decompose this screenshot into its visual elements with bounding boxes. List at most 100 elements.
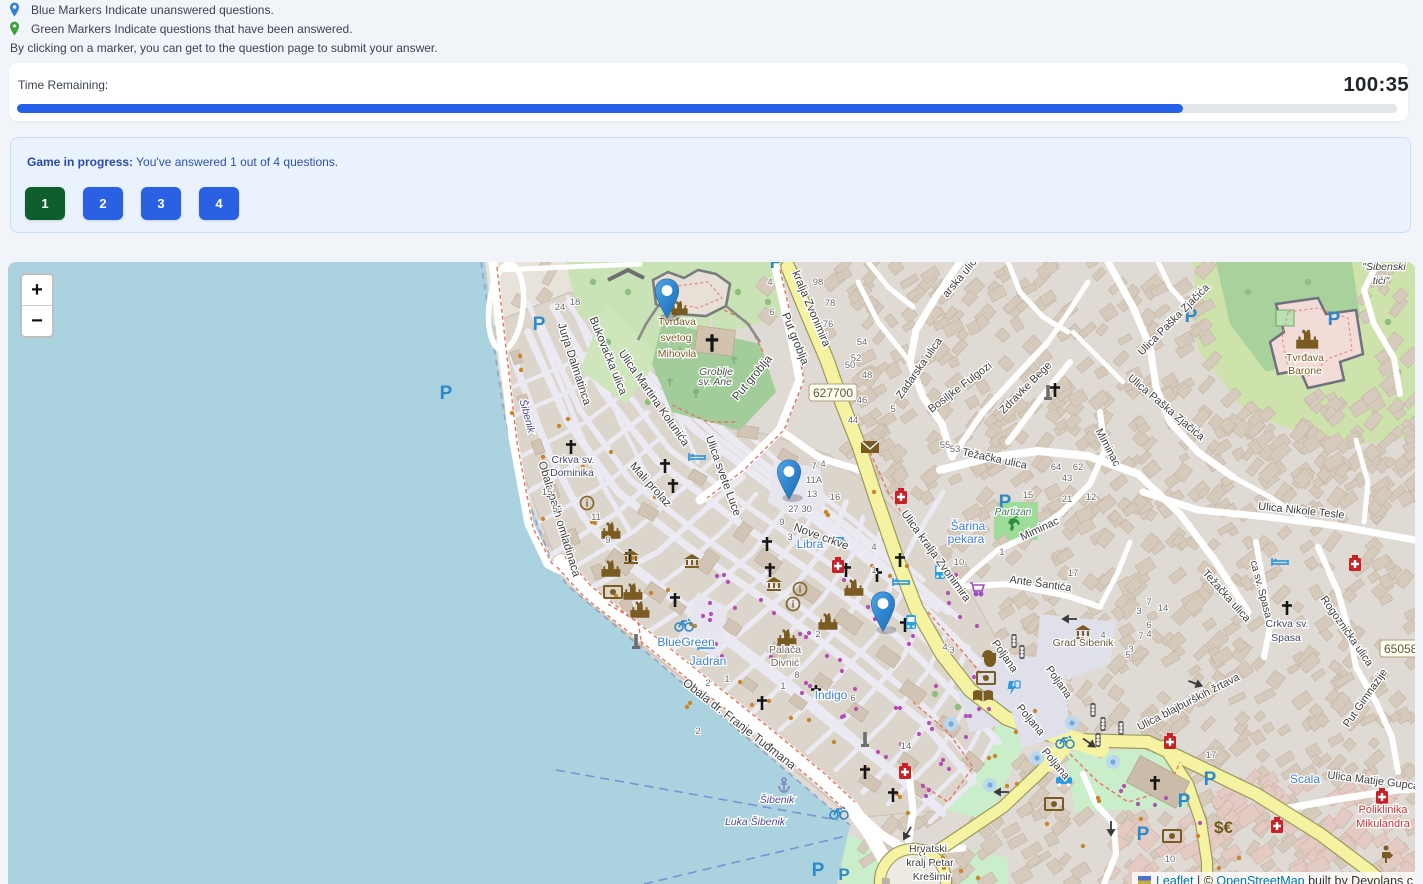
svg-text:7: 7 xyxy=(1138,631,1143,642)
svg-text:46: 46 xyxy=(857,395,868,406)
svg-text:4: 4 xyxy=(1100,630,1105,641)
svg-text:sv. Ane: sv. Ane xyxy=(698,376,732,388)
svg-text:P: P xyxy=(770,262,783,273)
svg-text:4: 4 xyxy=(942,642,947,653)
svg-text:Crkva sv.: Crkva sv. xyxy=(1266,618,1309,630)
svg-text:4: 4 xyxy=(871,542,876,553)
svg-text:1: 1 xyxy=(780,681,785,692)
svg-text:43: 43 xyxy=(1062,473,1073,484)
svg-text:18: 18 xyxy=(570,297,581,308)
svg-text:Mikulandra: Mikulandra xyxy=(1356,818,1411,830)
svg-text:i: i xyxy=(799,585,802,596)
svg-text:pekara: pekara xyxy=(948,532,985,546)
svg-text:54: 54 xyxy=(857,337,868,348)
svg-text:Poliklinika: Poliklinika xyxy=(1359,804,1409,816)
svg-text:Tvrđava: Tvrđava xyxy=(1286,352,1324,364)
svg-text:6: 6 xyxy=(850,693,855,704)
svg-text:64: 64 xyxy=(1051,462,1062,473)
svg-text:650580: 650580 xyxy=(1384,642,1415,656)
svg-text:21: 21 xyxy=(1062,494,1073,505)
svg-text:Šibenik: Šibenik xyxy=(760,793,795,806)
svg-text:i: i xyxy=(586,499,589,510)
svg-text:11A: 11A xyxy=(806,475,823,486)
svg-text:8: 8 xyxy=(794,670,799,681)
svg-text:$€: $€ xyxy=(1214,818,1233,837)
svg-text:i: i xyxy=(792,600,795,611)
svg-text:2: 2 xyxy=(705,678,710,689)
svg-text:kralj Petar: kralj Petar xyxy=(906,857,954,869)
svg-text:9: 9 xyxy=(605,535,610,546)
svg-text:tići": tići" xyxy=(1373,275,1391,287)
svg-text:Mihovila: Mihovila xyxy=(658,348,697,360)
svg-text:"Šibenski: "Šibenski xyxy=(1362,262,1406,273)
svg-text:10: 10 xyxy=(1165,854,1176,865)
svg-text:P: P xyxy=(533,314,546,335)
svg-text:Krešimir: Krešimir xyxy=(913,871,952,883)
svg-text:1: 1 xyxy=(999,547,1004,558)
svg-text:627700: 627700 xyxy=(813,386,853,400)
svg-text:P: P xyxy=(1328,309,1341,330)
svg-text:6: 6 xyxy=(769,307,774,318)
svg-text:27 30: 27 30 xyxy=(788,504,812,515)
svg-text:98: 98 xyxy=(813,277,824,288)
svg-text:53: 53 xyxy=(950,444,961,455)
svg-text:Barone: Barone xyxy=(1288,365,1322,377)
svg-text:Crkva sv.: Crkva sv. xyxy=(552,454,595,466)
svg-text:4: 4 xyxy=(820,459,825,470)
svg-text:Luka Šibenik: Luka Šibenik xyxy=(725,815,786,828)
svg-text:78: 78 xyxy=(825,298,836,309)
svg-text:P: P xyxy=(1204,769,1217,790)
svg-text:Jadran: Jadran xyxy=(690,654,727,668)
svg-text:Indigo: Indigo xyxy=(815,688,848,702)
svg-text:76: 76 xyxy=(823,319,834,330)
svg-text:13: 13 xyxy=(807,489,818,500)
svg-text:P: P xyxy=(1178,791,1191,812)
svg-text:P: P xyxy=(1137,824,1150,845)
svg-text:Libra: Libra xyxy=(797,537,824,551)
svg-text:Dominika: Dominika xyxy=(550,467,594,479)
svg-text:9: 9 xyxy=(779,517,784,528)
svg-text:Šarina: Šarina xyxy=(951,518,986,533)
svg-text:Scala: Scala xyxy=(1290,772,1320,786)
svg-text:24: 24 xyxy=(555,302,566,313)
svg-text:P: P xyxy=(812,860,825,881)
svg-text:Partizan: Partizan xyxy=(995,507,1032,518)
svg-text:10: 10 xyxy=(954,557,965,568)
svg-text:4: 4 xyxy=(767,277,772,288)
svg-text:7: 7 xyxy=(1146,597,1151,608)
svg-text:3: 3 xyxy=(787,532,792,543)
svg-text:P: P xyxy=(838,865,849,884)
svg-text:4: 4 xyxy=(1146,629,1151,640)
svg-text:44: 44 xyxy=(848,415,859,426)
svg-text:5: 5 xyxy=(552,504,557,515)
svg-text:Palača: Palača xyxy=(769,644,801,656)
svg-text:3: 3 xyxy=(949,645,954,656)
svg-text:Hrvatski: Hrvatski xyxy=(909,843,947,855)
svg-text:50: 50 xyxy=(845,360,856,371)
svg-text:16: 16 xyxy=(830,492,841,503)
svg-text:55: 55 xyxy=(940,440,951,451)
svg-text:14: 14 xyxy=(901,741,912,752)
svg-text:5: 5 xyxy=(1125,650,1130,661)
svg-text:BlueGreen: BlueGreen xyxy=(657,635,714,649)
svg-text:12: 12 xyxy=(1086,492,1097,503)
svg-text:2: 2 xyxy=(695,726,700,737)
svg-text:15: 15 xyxy=(1023,490,1034,501)
svg-text:1: 1 xyxy=(724,674,729,685)
svg-text:2: 2 xyxy=(815,629,820,640)
svg-text:62: 62 xyxy=(1073,462,1084,473)
svg-text:3: 3 xyxy=(1136,606,1141,617)
svg-text:5: 5 xyxy=(890,404,895,415)
svg-text:P: P xyxy=(440,383,453,404)
svg-text:14: 14 xyxy=(1158,603,1169,614)
svg-text:17: 17 xyxy=(1068,568,1079,579)
svg-text:Divnić: Divnić xyxy=(771,657,800,669)
svg-text:7: 7 xyxy=(811,461,816,472)
svg-text:Spasa: Spasa xyxy=(1271,632,1301,644)
svg-text:svetog: svetog xyxy=(661,332,692,344)
svg-text:17: 17 xyxy=(1206,750,1217,761)
svg-text:15: 15 xyxy=(542,487,553,498)
svg-text:11: 11 xyxy=(591,512,601,523)
svg-text:1: 1 xyxy=(871,565,876,576)
svg-text:48: 48 xyxy=(862,370,873,381)
